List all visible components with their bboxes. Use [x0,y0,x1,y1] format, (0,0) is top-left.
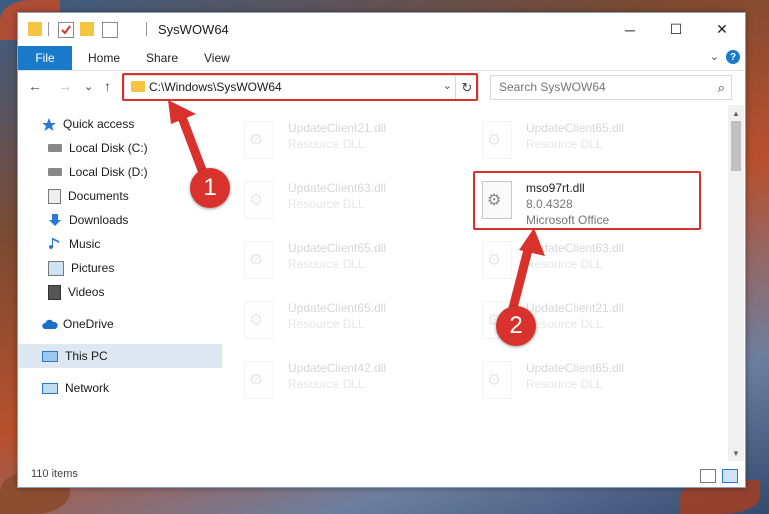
arrow-2 [507,237,535,317]
callout-badge-1: 1 [190,168,230,208]
arrow-1 [175,107,210,183]
callout-badge-2: 2 [496,306,536,346]
callout-arrows [168,100,545,317]
